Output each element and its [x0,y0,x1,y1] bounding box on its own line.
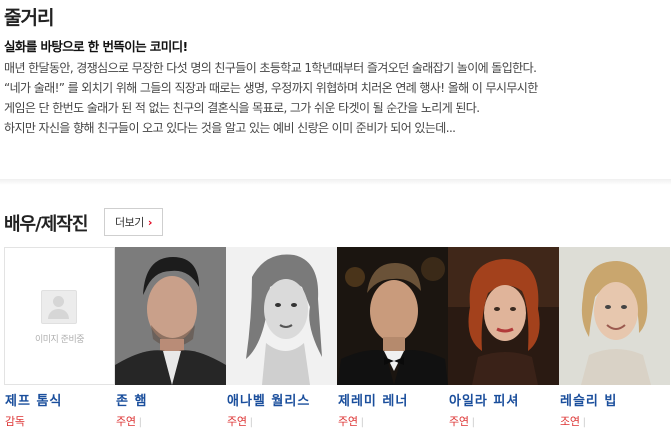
portrait-image [337,247,448,385]
plot-tagline: 실화를 바탕으로 한 번뜩이는 코미디! [4,39,188,54]
cast-card[interactable]: 존 햄 주연 | [115,247,226,428]
role-separator: | [360,417,364,428]
cast-name[interactable]: 제프 톰식 [5,390,62,409]
portrait-image [559,247,670,385]
cast-name[interactable]: 존 햄 [116,390,147,409]
cast-photo[interactable] [226,247,337,385]
cast-name[interactable]: 제레미 레너 [338,390,408,409]
role-separator: | [249,417,253,428]
cast-role-label: 주연 [449,415,469,428]
cast-role-label: 주연 [227,415,247,428]
synopsis-line: “네가 술래!” 를 외치기 위해 그들의 직장과 때로는 생명, 우정까지 위… [4,81,538,95]
cast-card[interactable]: 아일라 피셔 주연 | [448,247,559,428]
synopsis-line: 매년 한달동안, 경쟁심으로 무장한 다섯 명의 친구들이 초등학교 1학년때부… [4,61,537,75]
cast-photo[interactable] [559,247,670,385]
cast-card[interactable]: 애나벨 월리스 주연 | [226,247,337,428]
cast-card[interactable]: 레슬리 빕 조연 | [559,247,670,428]
role-separator: | [582,417,586,428]
portrait-image [115,247,226,385]
cast-photo[interactable] [115,247,226,385]
cast-card[interactable]: 제레미 레너 주연 | [337,247,448,428]
cast-role-label: 주연 [338,415,358,428]
cast-name[interactable]: 아일라 피셔 [449,390,519,409]
person-placeholder-icon [41,290,77,324]
more-button-label: 더보기 [115,216,144,229]
cast-photo-placeholder[interactable]: 이미지 준비중 [4,247,115,385]
cast-list: 이미지 준비중 제프 톰식 감독 존 햄 주연 | 애나벨 월리스 주연 | 제… [4,247,671,428]
synopsis-line: 하지만 자신을 향해 친구들이 오고 있다는 것을 알고 있는 예비 신랑은 이… [4,121,456,135]
portrait-image [226,247,337,385]
portrait-image [448,247,559,385]
cast-role-label: 조연 [560,415,580,428]
cast-photo[interactable] [337,247,448,385]
cast-name[interactable]: 레슬리 빕 [560,390,617,409]
section-divider [0,179,671,185]
placeholder-text: 이미지 준비중 [34,335,85,345]
plot-section-title: 줄거리 [4,7,54,29]
cast-card[interactable]: 이미지 준비중 제프 톰식 감독 [4,247,115,428]
role-separator: | [138,417,142,428]
cast-photo[interactable] [448,247,559,385]
cast-role-label: 감독 [5,415,25,428]
plot-synopsis: 매년 한달동안, 경쟁심으로 무장한 다섯 명의 친구들이 초등학교 1학년때부… [4,58,671,138]
cast-name[interactable]: 애나벨 월리스 [227,390,310,409]
synopsis-line: 게임은 단 한번도 술래가 된 적 없는 친구의 결혼식을 목표로, 그가 쉬운… [4,101,480,115]
more-cast-button[interactable]: 더보기 › [104,208,163,236]
cast-section-title: 배우/제작진 [4,214,88,235]
cast-role-label: 주연 [116,415,136,428]
role-separator: | [471,417,475,428]
chevron-right-icon: › [147,215,153,229]
